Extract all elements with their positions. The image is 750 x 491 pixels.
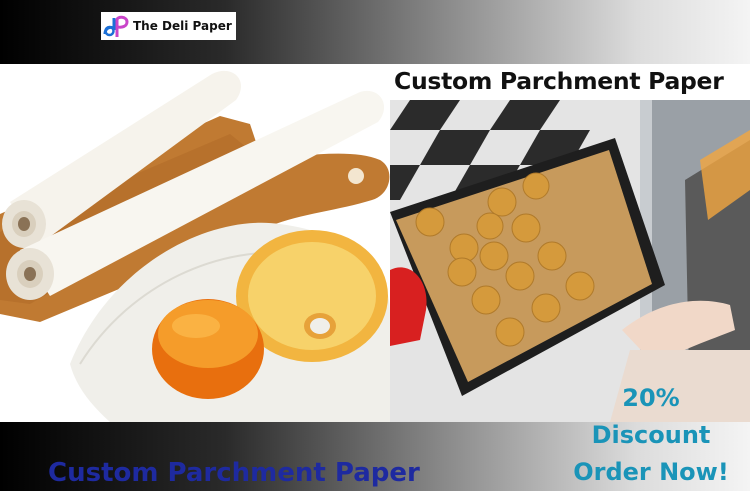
heading-panel: Custom Parchment Paper (390, 64, 750, 100)
parchment-rolls-photo (0, 64, 390, 422)
promo-discount: Discount (591, 421, 711, 449)
discount-promo[interactable]: 20% Discount Order Now! (560, 380, 742, 491)
brand-logo[interactable]: The Deli Paper (101, 12, 236, 40)
baking-tray-photo (390, 100, 750, 422)
footer-title: Custom Parchment Paper (48, 458, 420, 488)
dp-logo-icon (101, 12, 131, 40)
page-heading: Custom Parchment Paper (394, 67, 724, 95)
promo-order-now[interactable]: Order Now! (560, 454, 742, 491)
header-bar: The Deli Paper (0, 0, 750, 64)
promo-percent: 20% (622, 384, 680, 412)
brand-name: The Deli Paper (133, 19, 232, 33)
